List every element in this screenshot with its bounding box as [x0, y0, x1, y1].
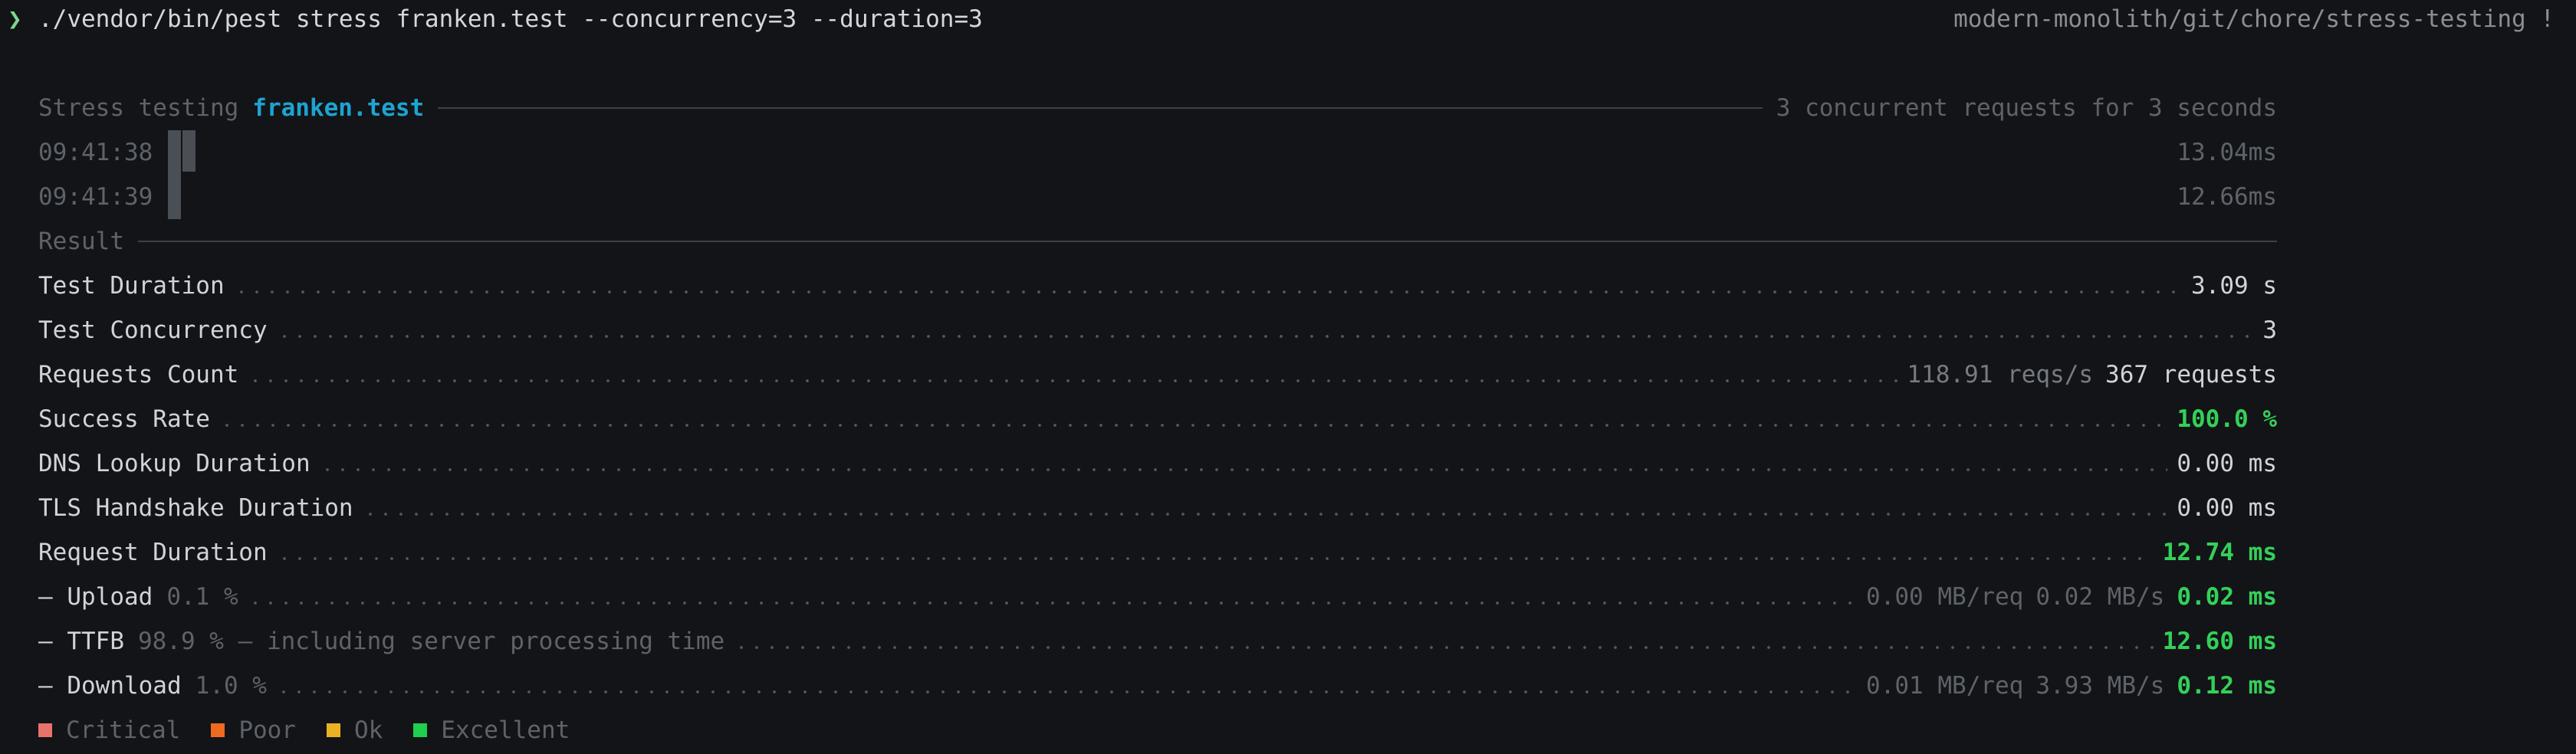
- ok-swatch-icon: [326, 723, 340, 737]
- git-context: modern-monolith/git/chore/stress-testing…: [1953, 5, 2555, 33]
- header-prefix: Stress testing: [38, 94, 239, 122]
- header-target: franken.test: [252, 94, 425, 122]
- legend-label: Critical: [66, 716, 181, 744]
- metric-size: 0.01 MB/req: [1866, 672, 2024, 700]
- result-rule: [137, 241, 2277, 242]
- header-summary: 3 concurrent requests for 3 seconds: [1776, 94, 2277, 122]
- legend-item-excellent: Excellent: [413, 708, 570, 752]
- command-text: ./vendor/bin/pest stress franken.test --…: [38, 5, 983, 33]
- dot-leader: [275, 690, 1858, 693]
- metric-row: Requests Count 118.91 reqs/s 367 request…: [38, 352, 2277, 397]
- metric-percent: 98.9 % — including server processing tim…: [137, 628, 725, 655]
- legend-label: Excellent: [441, 716, 570, 744]
- metric-percent: 0.1 %: [166, 583, 238, 611]
- metric-value: 0.02 ms: [2177, 583, 2277, 611]
- dot-leader: [276, 557, 2154, 560]
- metric-label: — TTFB: [38, 628, 124, 655]
- poor-swatch-icon: [211, 723, 225, 737]
- metric-value: 0.00 ms: [2177, 450, 2277, 477]
- dot-leader: [362, 513, 2168, 516]
- metric-label: Requests Count: [38, 361, 239, 388]
- metric-row: Success Rate 100.0 %: [38, 397, 2277, 441]
- legend-label: Poor: [238, 716, 296, 744]
- timing-bar: [182, 130, 196, 172]
- metric-value: 100.0 %: [2177, 405, 2277, 433]
- metric-speed: 0.02 MB/s: [2036, 583, 2165, 611]
- metric-value: 367 requests: [2105, 361, 2277, 388]
- metric-row: — TTFB 98.9 % — including server process…: [38, 619, 2277, 664]
- metric-rate: 118.91 reqs/s: [1907, 361, 2094, 388]
- result-divider: Result: [38, 219, 2277, 264]
- legend-item-ok: Ok: [326, 708, 383, 752]
- metric-row: Request Duration 12.74 ms: [38, 530, 2277, 575]
- metric-value: 0.12 ms: [2177, 672, 2277, 700]
- legend-label: Ok: [353, 716, 383, 744]
- metric-value: 3.09 s: [2191, 272, 2277, 300]
- legend-item-critical: Critical: [38, 708, 180, 752]
- dot-leader: [276, 335, 2254, 338]
- dot-leader: [734, 646, 2154, 649]
- prompt-line: ❯ ./vendor/bin/pest stress franken.test …: [0, 0, 2576, 38]
- timing-row: 09:41:38 13.04ms: [38, 130, 2277, 175]
- legend: Critical Poor Ok Excellent: [38, 708, 570, 752]
- dot-leader: [248, 379, 1898, 382]
- legend-item-poor: Poor: [211, 708, 296, 752]
- metric-row: — Download 1.0 % 0.01 MB/req 3.93 MB/s 0…: [38, 664, 2277, 708]
- timing-bars: [168, 130, 196, 175]
- dot-leader: [233, 290, 2183, 293]
- dot-leader: [247, 602, 1858, 605]
- metric-label: DNS Lookup Duration: [38, 450, 310, 477]
- metric-row: — Upload 0.1 % 0.00 MB/req 0.02 MB/s 0.0…: [38, 575, 2277, 619]
- metric-size: 0.00 MB/req: [1866, 583, 2024, 611]
- metric-value: 12.74 ms: [2162, 539, 2277, 566]
- metric-label: TLS Handshake Duration: [38, 494, 353, 522]
- timing-bars: [168, 175, 182, 219]
- prompt-caret: ❯: [8, 5, 22, 33]
- timing-value: 13.04ms: [2177, 139, 2277, 166]
- metric-value: 12.60 ms: [2162, 628, 2277, 655]
- timing-row: 09:41:39 12.66ms: [38, 175, 2277, 219]
- metric-row: TLS Handshake Duration 0.00 ms: [38, 486, 2277, 530]
- result-label: Result: [38, 228, 124, 255]
- timing-bar: [168, 175, 182, 219]
- timing-value: 12.66ms: [2177, 183, 2277, 211]
- dot-leader: [319, 468, 2168, 471]
- metric-label: Test Duration: [38, 272, 225, 300]
- critical-swatch-icon: [38, 723, 52, 737]
- timing-bar: [168, 130, 182, 175]
- excellent-swatch-icon: [413, 723, 428, 737]
- metric-value: 0.00 ms: [2177, 494, 2277, 522]
- metric-label: Test Concurrency: [38, 316, 268, 344]
- metric-row: Test Concurrency 3: [38, 308, 2277, 352]
- metric-label: Success Rate: [38, 405, 210, 433]
- metric-row: DNS Lookup Duration 0.00 ms: [38, 441, 2277, 486]
- metric-value: 3: [2262, 316, 2277, 344]
- metric-speed: 3.93 MB/s: [2036, 672, 2165, 700]
- metric-row: Test Duration 3.09 s: [38, 264, 2277, 308]
- dot-leader: [219, 424, 2168, 427]
- stress-header: Stress testing franken.test 3 concurrent…: [38, 86, 2277, 130]
- metric-label: — Upload: [38, 583, 153, 611]
- timing-time: 09:41:38: [38, 139, 153, 166]
- metric-label: — Download: [38, 672, 182, 700]
- metric-label: Request Duration: [38, 539, 268, 566]
- timing-time: 09:41:39: [38, 183, 153, 211]
- header-rule: [438, 107, 1763, 109]
- metric-percent: 1.0 %: [195, 672, 267, 700]
